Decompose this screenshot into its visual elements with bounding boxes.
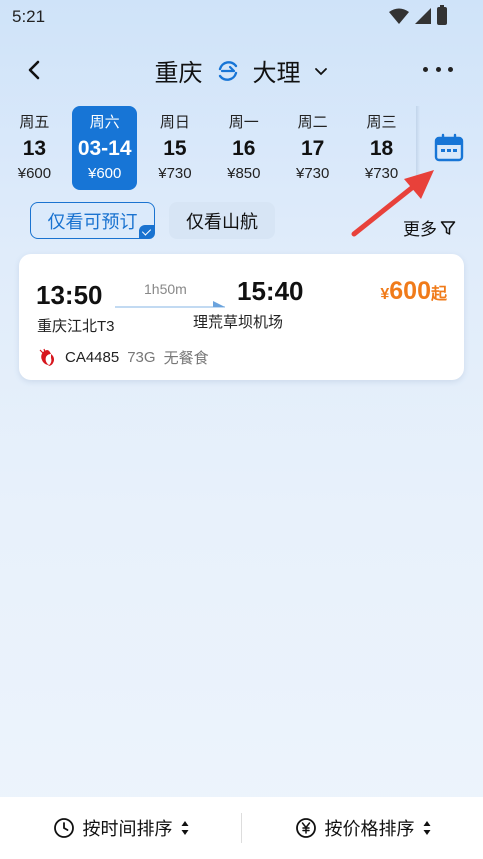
date-price: ¥600 <box>17 165 52 182</box>
departure-time: 13:50 <box>36 280 103 310</box>
sort-by-time-label: 按时间排序 <box>82 819 173 839</box>
more-options-icon[interactable] <box>423 57 453 81</box>
flight-number: CA4485 <box>65 349 120 366</box>
swap-route-icon[interactable] <box>213 56 243 86</box>
origin-city[interactable]: 重庆 <box>155 53 203 88</box>
date-price: ¥850 <box>227 165 261 182</box>
date-price: ¥600 <box>87 165 122 182</box>
sort-bar: 按时间排序 按价格排序 <box>0 797 483 859</box>
bookable-only-filter[interactable]: 仅看可预订 <box>30 202 155 239</box>
destination-city[interactable]: 大理 <box>253 53 301 88</box>
price-suffix: 起 <box>430 286 447 303</box>
header: 重庆 大理 <box>0 45 483 95</box>
sort-by-price-button[interactable]: 按价格排序 <box>242 797 483 859</box>
clock-icon <box>53 818 74 838</box>
bookable-only-label: 仅看可预订 <box>47 211 138 232</box>
departure-airport: 重庆江北T3 <box>37 318 115 335</box>
date-item[interactable]: 周二 17 ¥730 <box>278 106 347 190</box>
signal-icon <box>415 8 431 24</box>
date-weekday: 周日 <box>159 114 190 131</box>
date-day: 03-14 <box>77 137 132 160</box>
arrival-airport: 理荒草坝机场 <box>193 314 284 331</box>
status-time: 5:21 <box>12 7 46 26</box>
filter-bar: 仅看可预订 仅看山航 <box>30 202 275 239</box>
arrival-time: 15:40 <box>237 276 304 306</box>
airline-info: CA4485 73G 无餐食 <box>37 347 209 368</box>
aircraft-type: 73G <box>127 349 156 366</box>
date-day: 17 <box>300 137 325 160</box>
date-weekday: 周五 <box>19 114 50 131</box>
sort-by-time-button[interactable]: 按时间排序 <box>0 797 241 859</box>
status-bar: 5:21 <box>0 0 483 34</box>
date-day: 15 <box>163 137 187 160</box>
flight-card[interactable]: 13:50 重庆江北T3 1h50m 15:40 理荒草坝机场 ¥ 600 起 … <box>19 254 464 380</box>
date-day: 18 <box>369 137 394 160</box>
calendar-icon[interactable] <box>433 132 465 164</box>
battery-icon <box>437 5 447 25</box>
air-china-logo-icon <box>39 348 55 366</box>
date-price: ¥730 <box>295 165 330 182</box>
wifi-icon <box>389 8 409 24</box>
date-price: ¥730 <box>158 165 192 182</box>
date-item[interactable]: 周五 13 ¥600 <box>0 106 69 190</box>
date-item-selected[interactable]: 周六 03-14 ¥600 <box>71 106 138 190</box>
annotation-arrow-icon <box>351 170 434 237</box>
flight-price: ¥ 600 起 <box>380 277 447 306</box>
flight-duration: 1h50m <box>144 281 187 297</box>
check-icon <box>139 225 155 239</box>
sort-by-price-label: 按价格排序 <box>324 819 415 839</box>
sort-updown-icon <box>423 821 430 835</box>
shandong-airlines-label: 仅看山航 <box>186 211 258 232</box>
meal-info: 无餐食 <box>163 350 209 367</box>
chevron-down-icon[interactable] <box>313 63 329 79</box>
price-value: 600 <box>389 277 431 305</box>
date-item[interactable]: 周一 16 ¥850 <box>209 106 278 190</box>
status-icons <box>389 5 447 25</box>
date-weekday: 周六 <box>89 114 120 131</box>
date-day: 13 <box>22 137 47 160</box>
date-weekday: 周二 <box>297 114 328 131</box>
price-currency: ¥ <box>380 286 390 303</box>
route-selector[interactable]: 重庆 大理 <box>0 53 483 88</box>
filter-icon <box>440 220 456 235</box>
date-weekday: 周三 <box>366 114 397 131</box>
sort-updown-icon <box>181 821 188 835</box>
date-day: 16 <box>232 137 256 160</box>
duration-arrow-icon <box>115 301 225 308</box>
date-weekday: 周一 <box>228 114 259 131</box>
date-item[interactable]: 周日 15 ¥730 <box>140 106 209 190</box>
yuan-icon <box>295 818 316 838</box>
shandong-airlines-filter[interactable]: 仅看山航 <box>169 202 275 239</box>
